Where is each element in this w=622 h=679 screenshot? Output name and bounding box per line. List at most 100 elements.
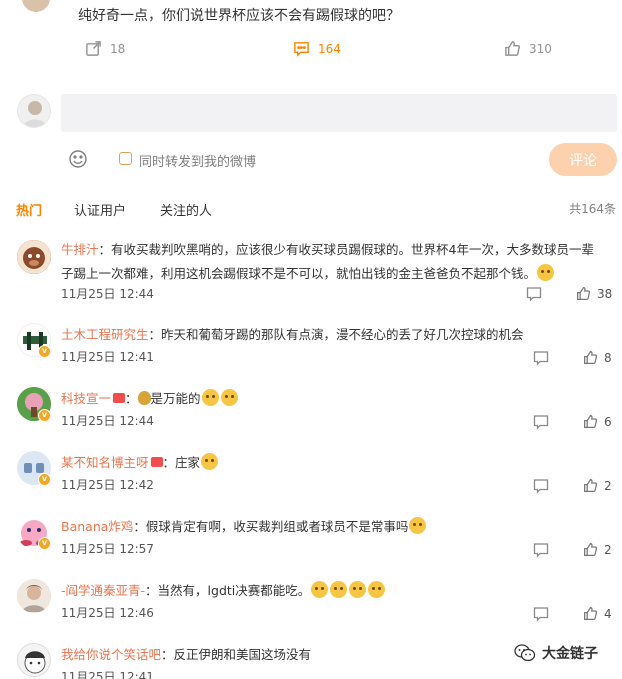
compose-toolbar: 同时转发到我的微博 评论 xyxy=(0,143,622,177)
like-icon xyxy=(584,415,598,428)
emoji-icon[interactable] xyxy=(68,149,88,169)
doge-emoji-icon xyxy=(368,581,386,598)
comment-username[interactable]: 科技宣一 xyxy=(61,391,111,406)
repost-checkbox[interactable] xyxy=(119,152,132,165)
vip-crown-icon xyxy=(113,393,126,403)
comment-input[interactable] xyxy=(61,94,617,132)
money-bag-icon xyxy=(137,391,151,405)
comment-filter-tabs: 热门 认证用户 关注的人 共164条 xyxy=(0,200,622,220)
post-action-bar: 18 164 310 xyxy=(0,40,622,62)
comment-username[interactable]: Banana炸鸡 xyxy=(61,519,133,534)
like-button[interactable]: 310 xyxy=(504,40,552,57)
separator: ： xyxy=(145,583,158,598)
verified-badge-icon: v xyxy=(38,537,51,550)
doge-emoji-icon xyxy=(409,517,427,534)
doge-emoji-icon xyxy=(330,581,348,598)
separator: ： xyxy=(98,242,112,257)
comment-like-count: 8 xyxy=(604,350,612,365)
like-icon xyxy=(577,287,591,300)
comment-like-count: 2 xyxy=(604,478,612,493)
list-item: v 科技宣一 ： 是万能的 11月25日 12:44 6 xyxy=(0,387,622,449)
comment-username[interactable]: -阎学通秦亚青- xyxy=(61,583,145,598)
my-avatar xyxy=(17,94,51,128)
reply-icon[interactable] xyxy=(533,606,549,622)
repost-button[interactable]: 18 xyxy=(85,40,125,57)
wechat-icon xyxy=(514,644,536,662)
comment-username[interactable]: 我给你说个笑话吧 xyxy=(61,647,161,662)
comment-count: 164 xyxy=(318,41,341,56)
repost-icon xyxy=(86,41,101,56)
tab-following[interactable]: 关注的人 xyxy=(160,200,212,219)
like-icon xyxy=(584,607,598,620)
comment-body: 昨天和葡萄牙踢的那队有点演，漫不经心的丢了好几次控球的机会 xyxy=(161,327,524,342)
comment-body: 反正伊朗和美国这场没有 xyxy=(173,647,312,662)
comment-like-count: 4 xyxy=(604,606,612,621)
comment-text: 某不知名博主呀 ：庄家 xyxy=(61,451,606,475)
comment-like-button[interactable]: 6 xyxy=(583,414,612,429)
comment-body: 有收买裁判吹黑哨的，应该很少有收买球员踢假球的。世界杯4年一次，大多数球员一辈子… xyxy=(61,242,594,281)
like-icon xyxy=(505,41,521,56)
avatar[interactable] xyxy=(17,643,51,677)
comment-username[interactable]: 某不知名博主呀 xyxy=(61,455,149,470)
submit-comment-button[interactable]: 评论 xyxy=(549,143,617,176)
comment-body: 是万能的 xyxy=(150,391,201,406)
author-avatar[interactable] xyxy=(22,0,50,12)
list-item: v 某不知名博主呀 ：庄家 11月25日 12:42 2 xyxy=(0,451,622,513)
reply-icon[interactable] xyxy=(533,350,549,366)
vip-crown-icon xyxy=(150,457,163,467)
separator: ： xyxy=(133,519,146,534)
comment-like-button[interactable]: 38 xyxy=(576,286,612,301)
like-icon xyxy=(584,543,598,556)
comment-body: 当然有，lgdti决赛都能吃。 xyxy=(157,583,311,598)
list-item: v 土木工程研究生：昨天和葡萄牙踢的那队有点演，漫不经心的丢了好几次控球的机会 … xyxy=(0,323,622,385)
comment-text: 科技宣一 ： 是万能的 xyxy=(61,387,606,411)
doge-emoji-icon xyxy=(537,264,555,281)
like-count: 310 xyxy=(529,41,552,56)
doge-emoji-icon xyxy=(201,389,219,406)
comment-time: 11月25日 12:44 xyxy=(61,287,154,301)
comment-button[interactable]: 164 xyxy=(293,40,341,57)
comment-like-count: 6 xyxy=(604,414,612,429)
repost-checkbox-label: 同时转发到我的微博 xyxy=(139,155,257,170)
comment-time: 11月25日 12:41 xyxy=(61,670,154,679)
comment-text: 土木工程研究生：昨天和葡萄牙踢的那队有点演，漫不经心的丢了好几次控球的机会 xyxy=(61,323,606,347)
like-icon xyxy=(584,351,598,364)
list-item: -阎学通秦亚青-：当然有，lgdti决赛都能吃。 11月25日 12:46 4 xyxy=(0,579,622,641)
doge-emoji-icon xyxy=(311,581,329,598)
comment-body: 庄家 xyxy=(175,455,201,470)
doge-emoji-icon xyxy=(220,389,238,406)
separator: ： xyxy=(161,647,174,662)
comment-icon xyxy=(294,42,309,57)
comment-time: 11月25日 12:42 xyxy=(61,478,154,492)
comment-time: 11月25日 12:57 xyxy=(61,542,154,556)
post-text: 纯好奇一点，你们说世界杯应该不会有踢假球的吧？ xyxy=(78,8,400,24)
comment-like-count: 38 xyxy=(597,286,613,301)
comment-like-button[interactable]: 2 xyxy=(583,542,612,557)
comment-like-button[interactable]: 2 xyxy=(583,478,612,493)
comment-time: 11月25日 12:41 xyxy=(61,350,154,364)
comment-like-button[interactable]: 4 xyxy=(583,606,612,621)
watermark-text: 大金链子 xyxy=(542,646,598,662)
comment-total: 共164条 xyxy=(569,202,616,216)
wechat-watermark: 大金链子 xyxy=(514,643,598,663)
comment-like-button[interactable]: 8 xyxy=(583,350,612,365)
separator: ： xyxy=(162,455,176,470)
reply-icon[interactable] xyxy=(533,542,549,558)
comment-text: -阎学通秦亚青-：当然有，lgdti决赛都能吃。 xyxy=(61,579,606,603)
reply-icon[interactable] xyxy=(533,478,549,494)
separator: ： xyxy=(148,327,162,342)
comment-text: Banana炸鸡：假球肯定有啊，收买裁判组或者球员不是常事吗 xyxy=(61,515,606,539)
doge-emoji-icon xyxy=(349,581,367,598)
repost-count: 18 xyxy=(110,41,126,56)
comment-like-count: 2 xyxy=(604,542,612,557)
avatar[interactable] xyxy=(17,579,51,613)
comment-username[interactable]: 土木工程研究生 xyxy=(61,327,149,342)
reply-icon[interactable] xyxy=(526,286,542,302)
verified-badge-icon: v xyxy=(38,409,51,422)
avatar[interactable] xyxy=(17,240,51,274)
comment-username[interactable]: 牛排汁 xyxy=(61,242,99,257)
reply-icon[interactable] xyxy=(533,414,549,430)
tab-hot[interactable]: 热门 xyxy=(16,200,42,219)
like-icon xyxy=(584,479,598,492)
tab-verified-users[interactable]: 认证用户 xyxy=(74,200,126,219)
